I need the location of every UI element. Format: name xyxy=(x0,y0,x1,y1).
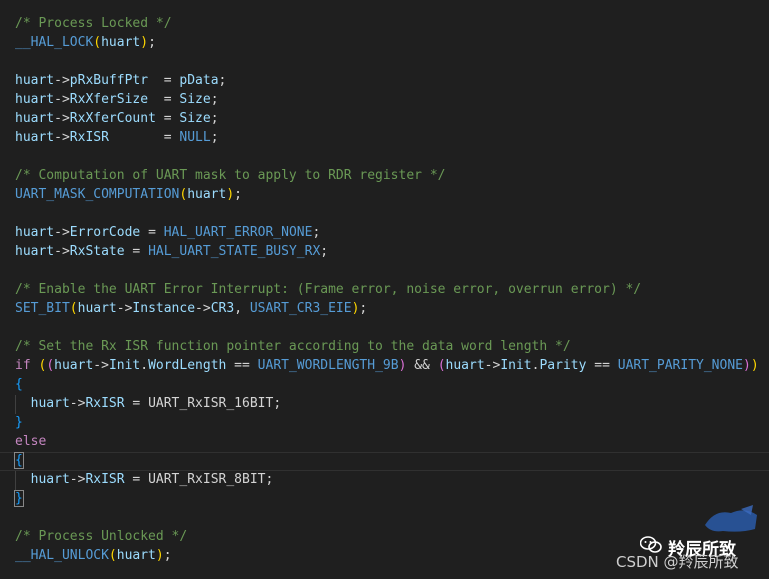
code-line[interactable]: huart->RxISR = UART_RxISR_8BIT; xyxy=(15,470,274,489)
variable: huart xyxy=(15,73,55,88)
field: RxState xyxy=(69,244,125,259)
variable: huart xyxy=(15,111,55,126)
value: UART_PARITY_NONE xyxy=(617,358,743,373)
variable: huart xyxy=(15,92,55,107)
comment: /* Process Locked */ xyxy=(15,16,172,31)
watermark-source: CSDN @羚辰所致 xyxy=(616,553,739,571)
variable: huart xyxy=(54,358,94,373)
field: WordLength xyxy=(148,358,227,373)
variable: huart xyxy=(15,244,55,259)
code-line[interactable]: /* Enable the UART Error Interrupt: (Fra… xyxy=(15,280,641,299)
field: Init xyxy=(500,358,532,373)
code-line[interactable]: } xyxy=(15,413,23,432)
value: pData xyxy=(179,73,219,88)
watermark-decoration-icon xyxy=(705,505,757,532)
code-line[interactable]: { xyxy=(14,451,24,470)
code-line[interactable]: huart->RxISR = NULL; xyxy=(15,128,219,147)
value: HAL_UART_STATE_BUSY_RX xyxy=(148,244,321,259)
code-line[interactable]: huart->ErrorCode = HAL_UART_ERROR_NONE; xyxy=(15,223,320,242)
field: RxXferSize xyxy=(69,92,149,107)
value: UART_WORDLENGTH_9B xyxy=(257,358,399,373)
value: UART_RxISR_8BIT xyxy=(148,472,266,487)
comment: /* Set the Rx ISR function pointer accor… xyxy=(15,339,571,354)
code-line[interactable]: huart->RxXferCount = Size; xyxy=(15,109,219,128)
comment: /* Process Unlocked */ xyxy=(15,529,188,544)
variable: huart xyxy=(30,472,70,487)
code-line[interactable]: __HAL_UNLOCK(huart); xyxy=(15,546,172,565)
keyword: else xyxy=(15,434,47,449)
code-line[interactable]: huart->RxISR = UART_RxISR_16BIT; xyxy=(15,394,281,413)
comment: /* Enable the UART Error Interrupt: (Fra… xyxy=(15,282,642,297)
code-line[interactable]: huart->RxXferSize = Size; xyxy=(15,90,219,109)
macro-name: UART_MASK_COMPUTATION xyxy=(15,187,180,202)
variable: huart xyxy=(15,130,55,145)
value: UART_RxISR_16BIT xyxy=(148,396,274,411)
value: HAL_UART_ERROR_NONE xyxy=(163,225,313,240)
code-line[interactable]: if ((huart->Init.WordLength == UART_WORD… xyxy=(15,356,759,375)
field: ErrorCode xyxy=(69,225,141,240)
code-line[interactable]: __HAL_LOCK(huart); xyxy=(15,33,156,52)
field: Instance xyxy=(132,301,196,316)
code-line[interactable]: { xyxy=(15,375,23,394)
field: RxXferCount xyxy=(69,111,156,126)
value: Size xyxy=(179,111,211,126)
variable: huart xyxy=(116,548,156,563)
code-line[interactable]: } xyxy=(14,489,24,508)
macro-name: __HAL_UNLOCK xyxy=(15,548,109,563)
code-line[interactable]: huart->RxState = HAL_UART_STATE_BUSY_RX; xyxy=(15,242,328,261)
variable: huart xyxy=(77,301,117,316)
field: CR3 xyxy=(210,301,235,316)
code-line[interactable]: SET_BIT(huart->Instance->CR3, USART_CR3_… xyxy=(15,299,367,318)
code-line[interactable]: /* Computation of UART mask to apply to … xyxy=(15,166,445,185)
field: RxISR xyxy=(69,130,109,145)
variable: huart xyxy=(30,396,70,411)
macro-name: __HAL_LOCK xyxy=(15,35,94,50)
code-line[interactable]: /* Process Unlocked */ xyxy=(15,527,187,546)
field: pRxBuffPtr xyxy=(69,73,149,88)
value: Size xyxy=(179,92,211,107)
current-line-highlight xyxy=(0,452,769,471)
macro-name: SET_BIT xyxy=(15,301,70,316)
code-line[interactable]: else xyxy=(15,432,46,451)
code-line[interactable]: /* Set the Rx ISR function pointer accor… xyxy=(15,337,571,356)
variable: huart xyxy=(187,187,227,202)
field: Parity xyxy=(539,358,587,373)
code-line[interactable]: huart->pRxBuffPtr = pData; xyxy=(15,71,226,90)
code-editor[interactable]: /* Process Locked */ __HAL_LOCK(huart); … xyxy=(0,0,769,579)
comment: /* Computation of UART mask to apply to … xyxy=(15,168,446,183)
code-line[interactable]: /* Process Locked */ xyxy=(15,14,172,33)
value: NULL xyxy=(179,130,211,145)
value: USART_CR3_EIE xyxy=(249,301,352,316)
variable: huart xyxy=(101,35,141,50)
code-line[interactable]: UART_MASK_COMPUTATION(huart); xyxy=(15,185,242,204)
field: RxISR xyxy=(85,472,125,487)
variable: huart xyxy=(15,225,55,240)
variable: huart xyxy=(445,358,485,373)
field: Init xyxy=(108,358,141,373)
keyword: if xyxy=(15,358,31,373)
field: RxISR xyxy=(85,396,125,411)
